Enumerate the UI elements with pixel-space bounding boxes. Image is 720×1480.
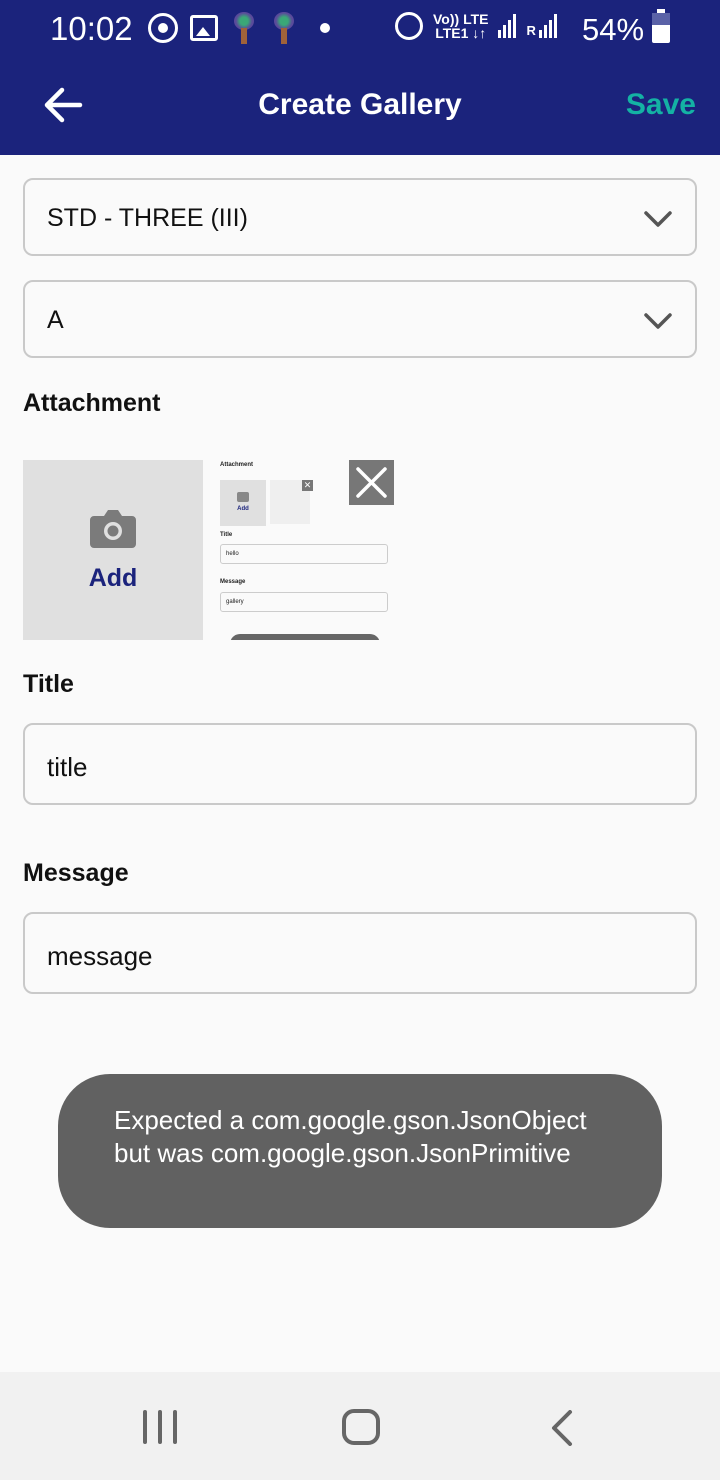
message-input[interactable]: message <box>23 912 697 994</box>
close-icon <box>356 467 387 498</box>
gallery-icon <box>190 15 218 41</box>
top-bar: 10:02 Vo)) LTE LTE1 ↓↑ R 54% Create Gall… <box>0 0 720 155</box>
error-toast: Expected a com.google.gson.JsonObject bu… <box>58 1074 662 1228</box>
thumb-button <box>230 634 380 640</box>
thumb-message-value: gallery <box>226 599 244 605</box>
signal-icon <box>498 14 517 38</box>
battery-percent: 54% <box>582 12 645 47</box>
app-bar: Create Gallery Save <box>0 58 720 155</box>
remove-attachment-button[interactable] <box>349 460 394 505</box>
message-label: Message <box>23 859 129 887</box>
chevron-down-icon <box>644 313 672 329</box>
roaming-label: R <box>526 23 536 38</box>
add-label: Add <box>88 564 138 592</box>
toast-message: Expected a com.google.gson.JsonObject bu… <box>114 1105 587 1168</box>
thumb-camera-icon <box>237 492 249 502</box>
network-sublabel: LTE1 ↓↑ <box>435 25 487 41</box>
thumb-attachment-label: Attachment <box>220 462 254 468</box>
alarm-icon <box>395 12 423 40</box>
roaming-signal-icon: R <box>526 14 557 38</box>
thumb-title-value: hello <box>226 551 239 557</box>
title-input-value: title <box>47 752 88 782</box>
message-input-value: message <box>47 941 153 971</box>
nav-back-icon[interactable] <box>548 1410 578 1446</box>
system-nav-bar <box>0 1372 720 1480</box>
app-notification-icon <box>270 12 298 44</box>
status-time: 10:02 <box>50 10 133 47</box>
whatsapp-icon <box>148 13 178 43</box>
camera-icon <box>90 510 136 548</box>
title-input[interactable]: title <box>23 723 697 805</box>
thumb-close-icon: ✕ <box>302 480 313 491</box>
chevron-down-icon <box>644 211 672 227</box>
network-label: Vo)) LTE <box>433 11 489 27</box>
status-bar: 10:02 Vo)) LTE LTE1 ↓↑ R 54% <box>0 0 720 58</box>
more-notifications-dot-icon <box>320 23 330 33</box>
section-select[interactable]: A <box>23 280 697 358</box>
thumb-message-label: Message <box>220 579 246 585</box>
page-title: Create Gallery <box>258 88 462 121</box>
title-label: Title <box>23 670 74 698</box>
thumb-add-label: Add <box>237 506 249 512</box>
app-notification-icon <box>230 12 258 44</box>
recents-button[interactable] <box>143 1410 177 1444</box>
section-select-value: A <box>47 306 64 334</box>
battery-icon <box>652 9 670 43</box>
thumb-title-field: hello <box>220 544 388 564</box>
save-button[interactable]: Save <box>626 88 696 122</box>
add-attachment-button[interactable]: Add <box>23 460 203 640</box>
home-button[interactable] <box>342 1409 380 1445</box>
thumb-title-label: Title <box>220 532 233 538</box>
thumb-message-field: gallery <box>220 592 388 612</box>
class-select[interactable]: STD - THREE (III) <box>23 178 697 256</box>
attachment-label: Attachment <box>23 389 161 417</box>
thumb-add-tile: Add <box>220 480 266 526</box>
class-select-value: STD - THREE (III) <box>47 204 248 232</box>
